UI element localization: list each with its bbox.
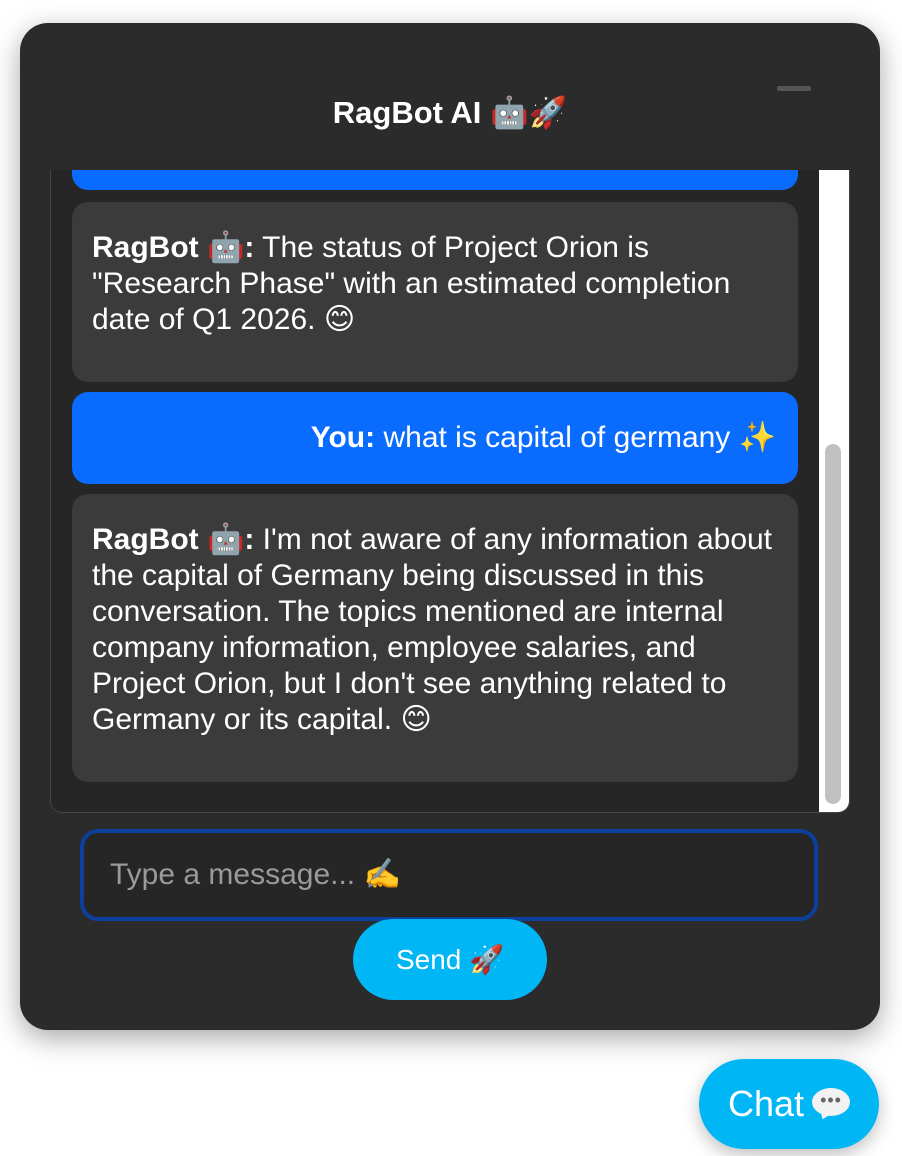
chat-title: RagBot AI 🤖🚀: [332, 95, 568, 130]
send-button[interactable]: Send 🚀: [353, 919, 547, 1000]
user-message: You: what is capital of germany ✨: [72, 392, 798, 484]
message-sender: RagBot 🤖:: [92, 231, 255, 264]
user-message-partial: [72, 170, 798, 190]
chat-launcher-button[interactable]: Chat •••: [699, 1059, 879, 1149]
minimize-icon: [777, 86, 811, 91]
chat-launcher-label: Chat: [727, 1083, 805, 1124]
message-input[interactable]: [84, 833, 814, 917]
bot-message: RagBot 🤖: I'm not aware of any informati…: [72, 494, 798, 782]
message-scrollbar[interactable]: [819, 170, 849, 812]
message-sender: RagBot 🤖:: [92, 523, 255, 556]
speech-bubble-icon: •••: [812, 1088, 851, 1123]
scrollbar-thumb[interactable]: [825, 444, 841, 804]
message-input-container: [80, 829, 818, 921]
message-sender: You:: [310, 421, 376, 454]
message-text: what is capital of germany ✨: [375, 421, 776, 454]
chat-widget: RagBot AI 🤖🚀 RagBot 🤖: The status of Pro…: [20, 23, 880, 1030]
message-list[interactable]: RagBot 🤖: The status of Project Orion is…: [50, 170, 850, 813]
minimize-button[interactable]: [777, 83, 811, 93]
bot-message: RagBot 🤖: The status of Project Orion is…: [72, 202, 798, 382]
